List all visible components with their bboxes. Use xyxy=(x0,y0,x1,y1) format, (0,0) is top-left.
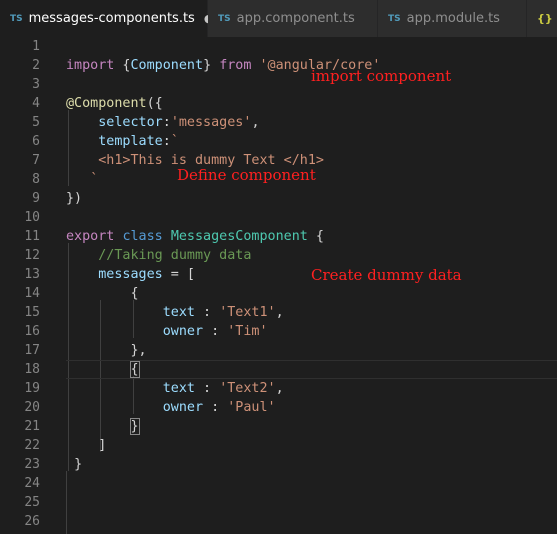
code-line-comment: //Taking dummy data xyxy=(98,248,252,263)
line-number: 2 xyxy=(32,58,40,73)
line-number: 25 xyxy=(24,495,40,510)
code-line-object-close: } xyxy=(66,417,140,436)
line-number: 26 xyxy=(24,514,40,529)
code-editor[interactable]: 1 2 import {Component} from '@angular/cor… xyxy=(0,37,557,534)
code-line-text-prop: text : 'Text2', xyxy=(162,381,284,396)
line-number: 24 xyxy=(24,476,40,491)
line-number: 17 xyxy=(24,343,40,358)
code-line-array-close: ] xyxy=(98,438,107,453)
typescript-file-icon: TS xyxy=(218,13,231,24)
line-number: 13 xyxy=(24,267,40,282)
code-line-text-prop: text : 'Text1', xyxy=(162,305,284,320)
tab-label: messages-components.ts xyxy=(28,11,195,26)
line-number: 7 xyxy=(32,153,40,168)
line-number: 14 xyxy=(24,286,40,301)
matched-bracket: { xyxy=(129,361,140,378)
code-line-object-open: { xyxy=(66,360,140,379)
typescript-file-icon: TS xyxy=(10,13,23,24)
line-number: 21 xyxy=(24,419,40,434)
code-line-decorator: @Component({ xyxy=(66,96,163,111)
code-line-template-end: ` xyxy=(90,172,99,187)
line-number: 18 xyxy=(24,362,40,377)
line-number: 8 xyxy=(32,172,40,187)
line-number: 12 xyxy=(24,248,40,263)
current-line-highlight xyxy=(66,360,557,379)
matched-bracket: } xyxy=(129,418,140,435)
line-number: 16 xyxy=(24,324,40,339)
line-number: 11 xyxy=(24,229,40,244)
tab-label: app.module.ts xyxy=(406,11,500,26)
line-number: 3 xyxy=(32,77,40,92)
line-number: 4 xyxy=(32,96,40,111)
line-number: 15 xyxy=(24,305,40,320)
annotation-create-dummy-data: Create dummy data xyxy=(311,266,462,284)
code-line-class-close: } xyxy=(74,457,83,472)
tab-messages-components[interactable]: TS messages-components.ts ● xyxy=(0,0,213,37)
line-number: 23 xyxy=(24,457,40,472)
line-number: 22 xyxy=(24,438,40,453)
tab-json-file[interactable]: {} xyxy=(527,0,557,37)
code-line-class-declaration: export class MessagesComponent { xyxy=(66,229,324,244)
code-line-selector: selector:'messages', xyxy=(98,115,260,130)
line-number: 6 xyxy=(32,134,40,149)
tab-app-module[interactable]: TS app.module.ts xyxy=(378,0,527,37)
code-line-decorator-end: }) xyxy=(66,191,83,206)
code-line-owner-prop: owner : 'Paul' xyxy=(162,400,276,415)
code-line-object-close: }, xyxy=(130,343,147,358)
code-line-object-open: { xyxy=(130,286,139,301)
line-number: 10 xyxy=(24,210,40,225)
line-number: 1 xyxy=(32,39,40,54)
tab-app-component[interactable]: TS app.component.ts xyxy=(208,0,378,37)
code-line-owner-prop: owner : 'Tim' xyxy=(162,324,268,339)
typescript-file-icon: TS xyxy=(388,13,401,24)
annotation-define-component: Define component xyxy=(177,166,316,184)
code-line-template: template:` xyxy=(98,134,179,149)
json-file-icon: {} xyxy=(537,12,553,25)
line-number: 9 xyxy=(32,191,40,206)
line-number: 20 xyxy=(24,400,40,415)
annotation-import-component: import component xyxy=(311,67,452,85)
editor-tab-bar: TS messages-components.ts ● TS app.compo… xyxy=(0,0,557,37)
tab-label: app.component.ts xyxy=(236,11,355,26)
code-line-messages: messages = [ xyxy=(98,267,195,282)
line-number: 19 xyxy=(24,381,40,396)
line-number: 5 xyxy=(32,115,40,130)
